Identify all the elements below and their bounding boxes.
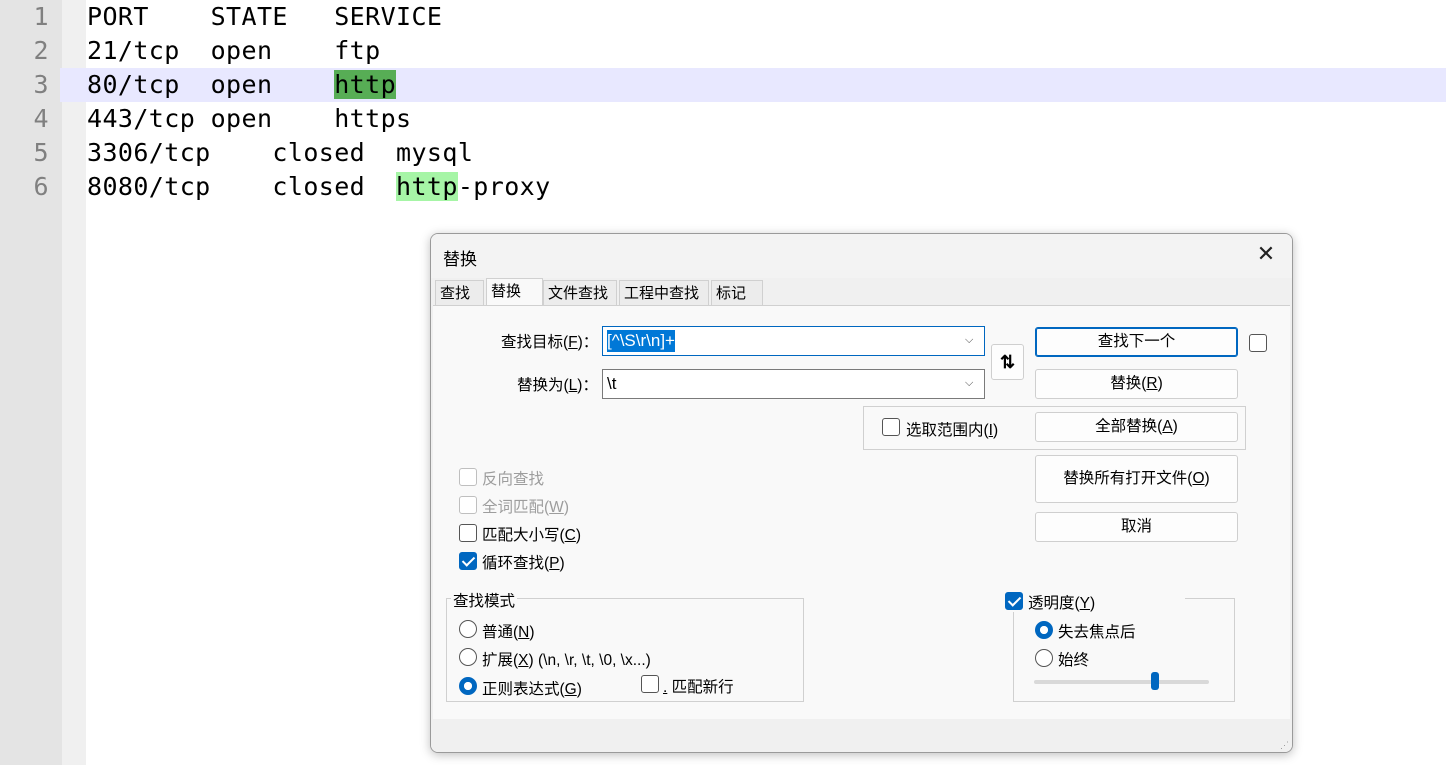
transparency-slider[interactable]: [1034, 680, 1209, 684]
line-text: 80/tcp open: [87, 70, 335, 99]
transparency-checkbox[interactable]: [1005, 592, 1023, 610]
find-what-combobox[interactable]: [^\S\r\n]+ ⌵: [602, 326, 985, 356]
line-text: ftp: [334, 36, 381, 65]
dialog-footer: ⋰: [431, 719, 1292, 752]
line-text: -proxy: [457, 172, 551, 201]
transparency-always-radio[interactable]: [1035, 649, 1053, 667]
replace-button[interactable]: 替换(R): [1035, 369, 1238, 399]
match-case-label: 匹配大小写(C): [482, 527, 582, 544]
transparency-slider-thumb[interactable]: [1150, 672, 1159, 690]
search-mode-title: 查找模式: [451, 589, 518, 611]
wrap-around-label: 循环查找(P): [482, 555, 565, 572]
line-number: 5: [33, 138, 49, 167]
in-selection-checkbox[interactable]: [882, 418, 900, 436]
search-mode-normal-radio[interactable]: [459, 620, 477, 638]
line-text: 8080/tcp closed: [87, 172, 397, 201]
backward-direction-checkbox[interactable]: [459, 468, 477, 486]
find-next-option-checkbox[interactable]: [1249, 334, 1267, 352]
replace-dialog: 替换 ✕ 查找 替换 文件查找 工程中查找 标记 查找目标(F)： [^\S\r…: [430, 233, 1293, 753]
line-text: 21/tcp open: [87, 36, 335, 65]
whole-word-checkbox[interactable]: [459, 496, 477, 514]
dot-matches-newline-label: . 匹配新行: [663, 679, 734, 696]
tab-find-in-projects[interactable]: 工程中查找: [619, 280, 709, 305]
search-mode-extended-label: 扩展(X) (\n, \r, \t, \0, \x...): [482, 652, 651, 669]
tab-find-in-files[interactable]: 文件查找: [543, 280, 617, 305]
tab-mark[interactable]: 标记: [711, 280, 763, 305]
dialog-title: 替换: [443, 250, 477, 269]
find-what-value: [^\S\r\n]+: [607, 330, 675, 352]
tab-find[interactable]: 查找: [435, 280, 484, 305]
line-number: 6: [33, 172, 49, 201]
replace-with-combobox[interactable]: \t ⌵: [602, 369, 985, 399]
dot-matches-newline-checkbox[interactable]: [641, 675, 659, 693]
replace-all-button[interactable]: 全部替换(A): [1035, 412, 1238, 442]
replace-with-value: \t: [607, 374, 617, 393]
search-mode-extended-radio[interactable]: [459, 648, 477, 666]
line-text: PORT STATE SERVICE: [87, 2, 443, 31]
resize-grip-icon[interactable]: ⋰: [1280, 740, 1290, 750]
search-mode-regex-radio[interactable]: [459, 677, 477, 695]
replace-all-open-files-button[interactable]: 替换所有打开文件(O): [1035, 455, 1238, 503]
editor-line[interactable]: 5 3306/tcp closed mysql: [0, 136, 1446, 170]
word-occurrence-highlight: http: [396, 172, 458, 201]
backward-direction-label: 反向查找: [482, 471, 545, 488]
wrap-around-checkbox[interactable]: [459, 552, 477, 570]
search-match-highlight: http: [334, 70, 397, 99]
line-text: 3306/tcp closed: [87, 138, 397, 167]
find-what-label: 查找目标(F)：: [501, 334, 599, 351]
find-next-button[interactable]: 查找下一个: [1035, 327, 1238, 357]
editor-line-current[interactable]: 3 80/tcp open http: [0, 68, 1446, 102]
in-selection-label: 选取范围内(I): [906, 422, 999, 439]
dialog-titlebar[interactable]: 替换 ✕: [431, 234, 1292, 278]
match-case-checkbox[interactable]: [459, 524, 477, 542]
line-number: 2: [33, 36, 49, 65]
swap-icon[interactable]: ⇅: [991, 344, 1024, 380]
transparency-on-lose-focus-label: 失去焦点后: [1058, 624, 1136, 641]
tab-replace[interactable]: 替换: [486, 278, 543, 306]
search-mode-regex-label: 正则表达式(G): [482, 681, 582, 698]
editor-line[interactable]: 1 PORT STATE SERVICE: [0, 0, 1446, 34]
chevron-down-icon[interactable]: ⌵: [965, 377, 977, 391]
search-mode-normal-label: 普通(N): [482, 624, 535, 641]
chevron-down-icon[interactable]: ⌵: [965, 334, 977, 348]
line-number: 3: [33, 70, 49, 99]
line-text: https: [334, 104, 412, 133]
line-text: 443/tcp open: [87, 104, 335, 133]
line-number: 1: [33, 2, 49, 31]
whole-word-label: 全词匹配(W): [482, 499, 569, 516]
replace-with-label: 替换为(L)：: [517, 377, 598, 394]
editor-line[interactable]: 2 21/tcp open ftp: [0, 34, 1446, 68]
transparency-on-lose-focus-radio[interactable]: [1035, 621, 1053, 639]
close-icon[interactable]: ✕: [1254, 242, 1278, 266]
transparency-always-label: 始终: [1058, 652, 1090, 669]
line-text: mysql: [396, 138, 474, 167]
editor-line[interactable]: 4 443/tcp open https: [0, 102, 1446, 136]
editor-line[interactable]: 6 8080/tcp closed http-proxy: [0, 170, 1446, 204]
cancel-button[interactable]: 取消: [1035, 512, 1238, 542]
transparency-label: 透明度(Y): [1028, 595, 1096, 612]
line-number: 4: [33, 104, 49, 133]
